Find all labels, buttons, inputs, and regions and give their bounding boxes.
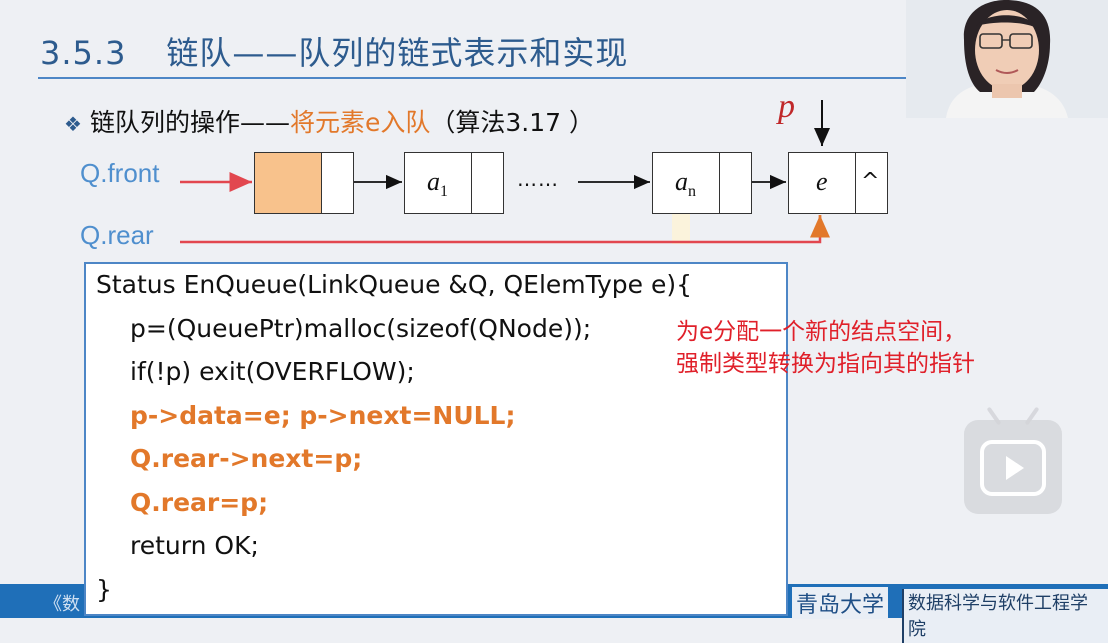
bullet-suffix: （算法3.17 ） [430,108,594,137]
node-a1-label: a1 [427,167,448,201]
school-name: 数据科学与软件工程学院 [902,589,1108,643]
node-an-label: an [675,167,696,201]
university-logo: 青岛大学 [792,587,889,619]
node-e: e ^ [788,152,888,214]
code-line-highlight: p->data=e; p->next=NULL; [130,401,516,430]
slide-title: 3.5.3 链队——队列的链式表示和实现 [40,28,628,74]
section-number: 3.5.3 [40,34,127,72]
footer-left-text: 《数 [44,594,80,615]
rear-arrow [180,215,822,244]
section-title: 链队——队列的链式表示和实现 [166,34,629,72]
bullet-prefix: 链队列的操作—— [89,108,290,137]
annotation-line-1: 为e分配一个新的结点空间， [676,319,967,345]
annotation-line-2: 强制类型转换为指向其的指针 [676,351,975,377]
code-line: } [96,575,112,604]
node-a1: a1 [404,152,504,214]
ellipsis: …… [517,167,559,191]
code-line: p=(QueuePtr)malloc(sizeof(QNode)); [130,314,592,343]
presenter-webcam [906,0,1108,118]
head-node-data [255,153,322,213]
play-button[interactable] [964,406,1062,514]
bullet-point: ❖ 链队列的操作——将元素e入队（算法3.17 ） [64,103,594,139]
code-line-highlight: Q.rear->next=p; [130,444,363,473]
title-divider [38,77,906,79]
pointer-p-label: p [778,88,795,125]
code-line: Status EnQueue(LinkQueue &Q, QElemType e… [96,270,693,299]
node-e-label: e [816,167,828,196]
head-node [254,152,354,214]
null-pointer-symbol: ^ [861,169,880,194]
play-icon [980,440,1046,496]
diamond-bullet-icon: ❖ [64,112,82,136]
node-an: an [652,152,752,214]
code-line: if(!p) exit(OVERFLOW); [130,357,415,386]
bullet-highlight: 将元素e入队 [289,108,431,137]
code-line: return OK; [130,531,259,560]
front-label: Q.front [80,158,160,188]
lecture-slide: 3.5.3 链队——队列的链式表示和实现 ❖ 链队列的操作——将元素e入队（算法3.… [0,0,1108,643]
rear-old-highlight [672,212,690,244]
code-line-highlight: Q.rear=p; [130,488,269,517]
presenter-avatar-icon [906,0,1108,118]
rear-label: Q.rear [80,220,154,250]
